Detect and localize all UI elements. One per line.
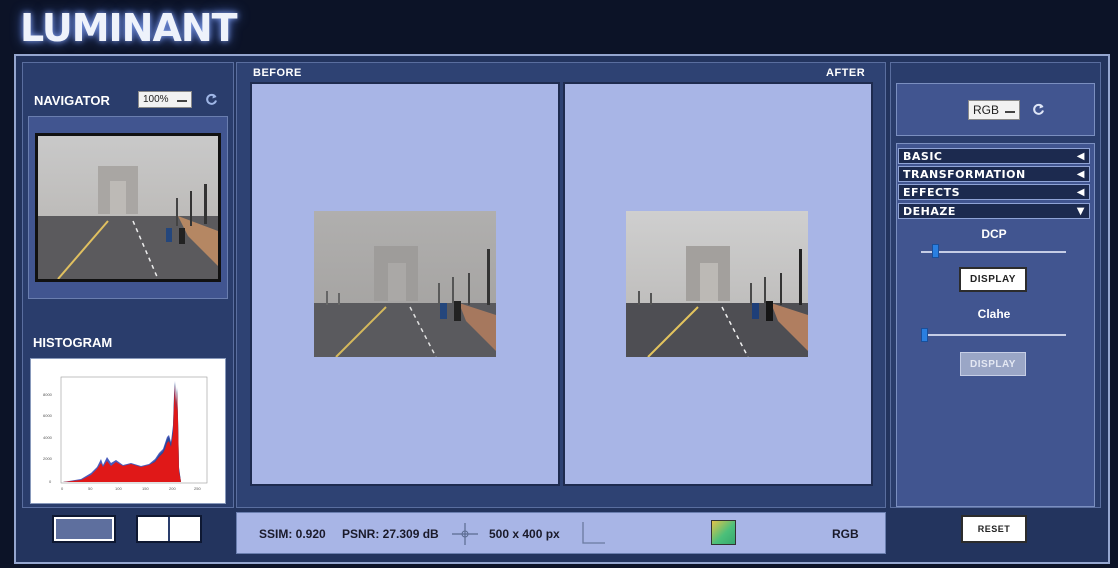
histogram-ytick: 0 <box>49 479 52 484</box>
app-logo: LUMINANT <box>20 6 238 50</box>
section-basic[interactable]: BASIC ◀ <box>898 148 1090 164</box>
split-view-button[interactable] <box>136 515 202 543</box>
clahe-display-button[interactable]: DISPLAY <box>960 352 1026 376</box>
ruler-icon <box>582 522 605 544</box>
histogram-xtick: 200 <box>169 486 176 491</box>
histogram-plot: 8000 6000 4000 2000 0 0 50 100 150 200 2… <box>43 376 208 491</box>
collapse-arrow-icon: ◀ <box>1076 186 1085 198</box>
reset-button[interactable]: RESET <box>961 515 1027 543</box>
before-image <box>314 211 496 357</box>
after-image <box>626 211 808 357</box>
status-bar <box>236 512 886 554</box>
color-swatch[interactable] <box>711 520 736 545</box>
channel-value: RGB <box>973 103 1000 117</box>
histogram-ytick: 8000 <box>43 392 53 397</box>
histogram-label: HISTOGRAM <box>33 335 113 350</box>
zoom-value: 100% <box>143 94 169 105</box>
histogram-ytick: 6000 <box>43 413 53 418</box>
zoom-select[interactable]: 100% <box>138 91 192 108</box>
clahe-label: Clahe <box>977 307 1011 321</box>
ssim-value: SSIM: 0.920 <box>259 527 326 541</box>
refresh-icon[interactable] <box>205 93 218 106</box>
expand-arrow-icon: ▼ <box>1076 205 1085 217</box>
histogram-xtick: 0 <box>61 486 64 491</box>
histogram-xtick: 50 <box>88 486 93 491</box>
dcp-slider-track[interactable] <box>921 251 1066 253</box>
navigator-label: NAVIGATOR <box>34 93 110 108</box>
section-effects[interactable]: EFFECTS ◀ <box>898 184 1090 200</box>
collapse-arrow-icon: ◀ <box>1076 150 1085 162</box>
split-divider <box>168 517 170 541</box>
before-label: BEFORE <box>253 67 302 79</box>
collapse-arrow-icon: ◀ <box>1076 168 1085 180</box>
dcp-display-button[interactable]: DISPLAY <box>959 267 1027 292</box>
dcp-slider-thumb[interactable] <box>932 244 940 258</box>
clahe-slider-thumb[interactable] <box>921 328 928 342</box>
histogram-xtick: 150 <box>142 486 149 491</box>
single-view-button[interactable] <box>52 515 116 543</box>
chevron-down-icon <box>1005 108 1015 113</box>
section-transformation[interactable]: TRANSFORMATION ◀ <box>898 166 1090 182</box>
histogram-xtick: 100 <box>115 486 122 491</box>
chevron-down-icon <box>177 97 187 102</box>
histogram-ytick: 2000 <box>43 456 53 461</box>
color-mode: RGB <box>832 527 859 541</box>
navigator-image <box>38 136 218 279</box>
section-dehaze[interactable]: DEHAZE ▼ <box>898 203 1090 219</box>
after-label: AFTER <box>826 67 866 79</box>
dcp-label: DCP <box>981 227 1007 241</box>
section-basic-label: BASIC <box>903 149 943 163</box>
section-transformation-label: TRANSFORMATION <box>903 167 1026 181</box>
histogram-ytick: 4000 <box>43 435 53 440</box>
clahe-slider-track[interactable] <box>921 334 1066 336</box>
psnr-value: PSNR: 27.309 dB <box>342 527 439 541</box>
section-dehaze-label: DEHAZE <box>903 204 956 218</box>
histogram-chart: 8000 6000 4000 2000 0 0 50 100 150 200 2… <box>30 358 226 504</box>
section-effects-label: EFFECTS <box>903 185 961 199</box>
crosshair-icon <box>452 523 478 545</box>
navigator-thumbnail[interactable] <box>35 133 221 282</box>
refresh-icon[interactable] <box>1032 103 1045 116</box>
channel-select[interactable]: RGB <box>968 100 1020 120</box>
image-dimensions: 500 x 400 px <box>489 527 560 541</box>
histogram-xtick: 250 <box>194 486 201 491</box>
